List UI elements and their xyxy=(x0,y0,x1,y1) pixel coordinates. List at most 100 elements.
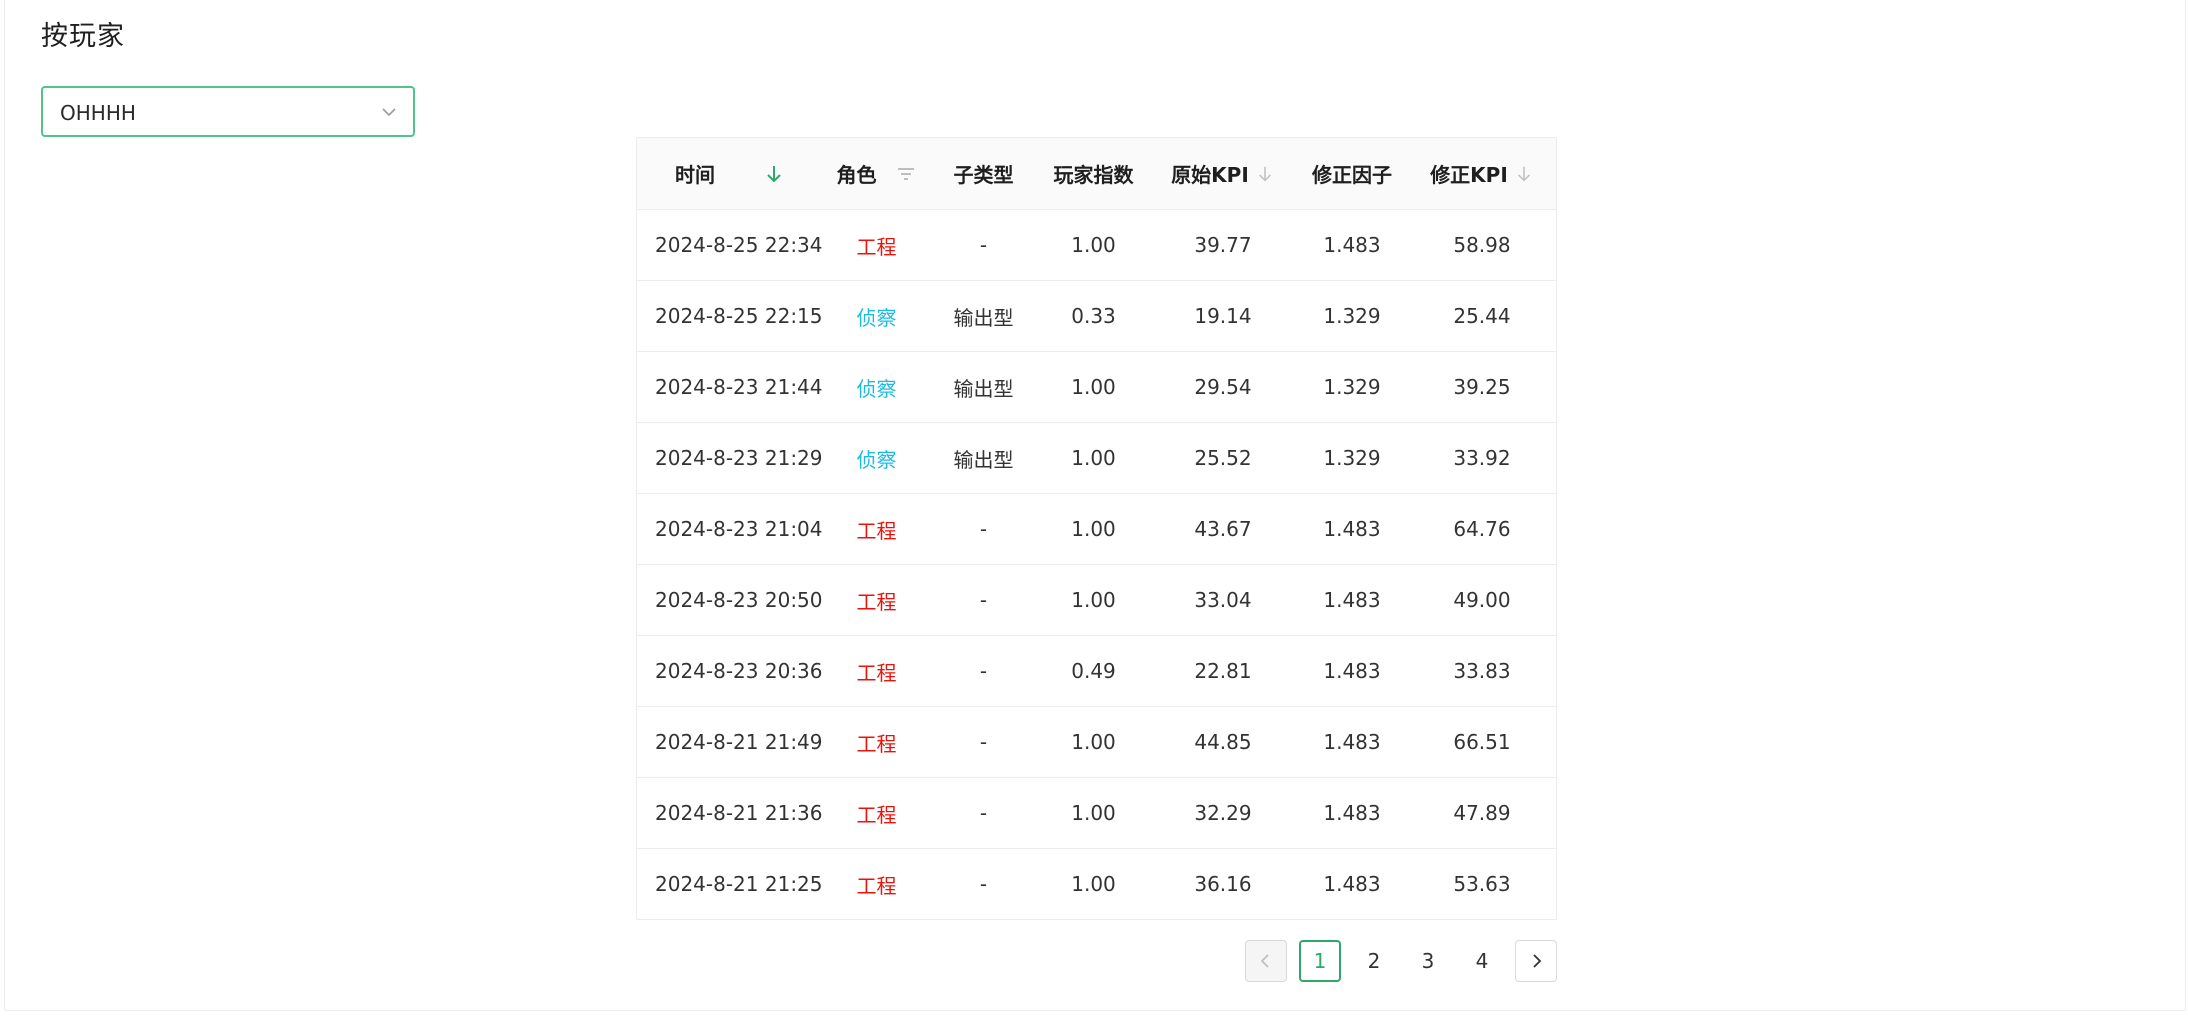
cell-subtype: 输出型 xyxy=(930,280,1037,352)
cell-player-index: 1.00 xyxy=(1037,209,1150,281)
cell-factor: 1.483 xyxy=(1296,777,1408,849)
cell-factor: 1.483 xyxy=(1296,635,1408,707)
cell-factor: 1.329 xyxy=(1296,280,1408,352)
cell-role: 侦察 xyxy=(823,351,930,423)
cell-subtype: - xyxy=(930,635,1037,707)
cell-raw-kpi: 29.54 xyxy=(1150,351,1296,423)
filter-icon[interactable] xyxy=(895,163,917,185)
table-row: 2024-8-25 22:15 侦察 输出型 0.33 19.14 1.329 25.44 xyxy=(637,280,1556,352)
page-button-2[interactable]: 2 xyxy=(1353,940,1395,982)
cell-player-index: 1.00 xyxy=(1037,351,1150,423)
cell-factor: 1.483 xyxy=(1296,706,1408,778)
cell-subtype: - xyxy=(979,872,988,896)
cell-factor: 1.483 xyxy=(1323,872,1381,896)
cell-raw-kpi: 44.85 xyxy=(1150,706,1296,778)
cell-time: 2024-8-21 21:36 xyxy=(637,777,823,849)
page-button-1[interactable]: 1 xyxy=(1299,940,1341,982)
cell-time: 2024-8-23 20:36 xyxy=(637,635,823,707)
next-page-button[interactable] xyxy=(1515,940,1557,982)
chevron-down-icon xyxy=(382,108,396,117)
table-row: 2024-8-23 21:29 侦察 输出型 1.00 25.52 1.329 33.92 xyxy=(637,422,1556,494)
cell-time: 2024-8-23 21:29 xyxy=(637,422,823,494)
cell-kpi: 33.83 xyxy=(1408,635,1556,707)
cell-factor: 1.329 xyxy=(1296,422,1408,494)
pagination: 1 2 3 4 xyxy=(1245,939,1557,983)
cell-role: 工程 xyxy=(823,564,930,636)
cell-subtype: - xyxy=(930,493,1037,565)
cell-subtype: 输出型 xyxy=(930,351,1037,423)
table-row: 2024-8-23 20:36 工程 -0.49 22.81 1.483 33.83 xyxy=(637,635,1556,707)
col-header-index: 玩家指数 xyxy=(1037,138,1150,210)
page-button-3[interactable]: 3 xyxy=(1407,940,1449,982)
cell-raw-kpi: 39.77 xyxy=(1150,209,1296,281)
cell-raw-kpi: 25.52 xyxy=(1150,422,1296,494)
cell-role: 侦察 xyxy=(823,280,930,352)
cell-role: 工程 xyxy=(823,635,930,707)
col-header-factor: 修正因子 xyxy=(1296,138,1408,210)
cell-time: 2024-8-23 20:50 xyxy=(637,564,823,636)
col-header-raw-kpi[interactable]: 原始KPI xyxy=(1150,138,1296,210)
cell-player-index: 1.00 xyxy=(1037,706,1150,778)
cell-time: 2024-8-23 21:04 xyxy=(637,493,823,565)
cell-kpi: 49.00 xyxy=(1408,564,1556,636)
cell-factor: 1.483 xyxy=(1296,493,1408,565)
table-body: 2024-8-25 22:34 工程 -1.00 39.77 1.483 58.98 202… xyxy=(637,209,1556,920)
cell-role: 工程 xyxy=(823,706,930,778)
cell-player-index: 1.00 xyxy=(1071,872,1116,896)
arrow-down-icon[interactable] xyxy=(1514,164,1534,184)
cell-subtype: - xyxy=(930,706,1037,778)
table-row: 2024-8-21 21:36 工程 -1.00 32.29 1.483 47.89 xyxy=(637,777,1556,849)
cell-time: 2024-8-21 21:49 xyxy=(637,706,823,778)
col-header-raw-kpi-label: 原始KPI xyxy=(1171,163,1249,187)
cell-raw-kpi: 22.81 xyxy=(1150,635,1296,707)
cell-factor: 1.329 xyxy=(1296,351,1408,423)
cell-kpi: 64.76 xyxy=(1408,493,1556,565)
cell-player-index: 1.00 xyxy=(1037,564,1150,636)
cell-player-index: 1.00 xyxy=(1037,777,1150,849)
cell-time: 2024-8-25 22:34 xyxy=(637,209,823,281)
cell-role: 工程 xyxy=(856,873,897,898)
cell-player-index: 0.49 xyxy=(1037,635,1150,707)
player-select-value: OHHHH xyxy=(60,101,136,125)
cell-factor: 1.483 xyxy=(1296,209,1408,281)
cell-subtype: - xyxy=(930,564,1037,636)
cell-raw-kpi: 36.16 xyxy=(1194,872,1252,896)
cell-role: 工程 xyxy=(823,493,930,565)
arrow-down-icon[interactable] xyxy=(1255,164,1275,184)
cell-subtype: 输出型 xyxy=(930,422,1037,494)
table-header-row: 时间 角色 子类型 玩家指数 原始KPI 修正因子 修正KPI xyxy=(637,138,1556,210)
cell-subtype: - xyxy=(930,209,1037,281)
chevron-right-icon xyxy=(1533,954,1542,968)
cell-player-index: 1.00 xyxy=(1037,493,1150,565)
cell-raw-kpi: 43.67 xyxy=(1150,493,1296,565)
kpi-table: 时间 角色 子类型 玩家指数 原始KPI 修正因子 修正KPI 2024-8-2… xyxy=(636,137,1557,920)
col-header-time-label: 时间 xyxy=(675,163,715,187)
col-header-time[interactable]: 时间 xyxy=(637,138,823,210)
page-button-4[interactable]: 4 xyxy=(1461,940,1503,982)
cell-kpi: 39.25 xyxy=(1408,351,1556,423)
col-header-kpi-label: 修正KPI xyxy=(1430,163,1508,187)
arrow-down-icon[interactable] xyxy=(763,163,785,185)
cell-player-index: 1.00 xyxy=(1037,422,1150,494)
prev-page-button[interactable] xyxy=(1245,940,1287,982)
table-row: 2024-8-21 21:49 工程 -1.00 44.85 1.483 66.51 xyxy=(637,706,1556,778)
table-row: 2024-8-25 22:34 工程 -1.00 39.77 1.483 58.98 xyxy=(637,209,1556,281)
cell-kpi: 33.92 xyxy=(1408,422,1556,494)
cell-subtype: - xyxy=(930,777,1037,849)
cell-kpi: 47.89 xyxy=(1408,777,1556,849)
table-row: 2024-8-21 21:25 工程 - 1.00 36.16 1.483 53.63 xyxy=(637,849,1556,920)
cell-raw-kpi: 33.04 xyxy=(1150,564,1296,636)
col-header-kpi[interactable]: 修正KPI xyxy=(1408,138,1556,210)
cell-kpi: 58.98 xyxy=(1408,209,1556,281)
player-select[interactable]: OHHHH xyxy=(41,86,415,137)
col-header-role[interactable]: 角色 xyxy=(823,138,930,210)
col-header-subtype: 子类型 xyxy=(930,138,1037,210)
cell-role: 工程 xyxy=(823,777,930,849)
cell-kpi: 25.44 xyxy=(1408,280,1556,352)
cell-player-index: 0.33 xyxy=(1037,280,1150,352)
cell-raw-kpi: 19.14 xyxy=(1150,280,1296,352)
cell-time: 2024-8-23 21:44 xyxy=(637,351,823,423)
col-header-role-label: 角色 xyxy=(836,163,877,187)
table-row: 2024-8-23 21:44 侦察 输出型 1.00 29.54 1.329 39.25 xyxy=(637,351,1556,423)
chevron-left-icon xyxy=(1260,954,1269,968)
